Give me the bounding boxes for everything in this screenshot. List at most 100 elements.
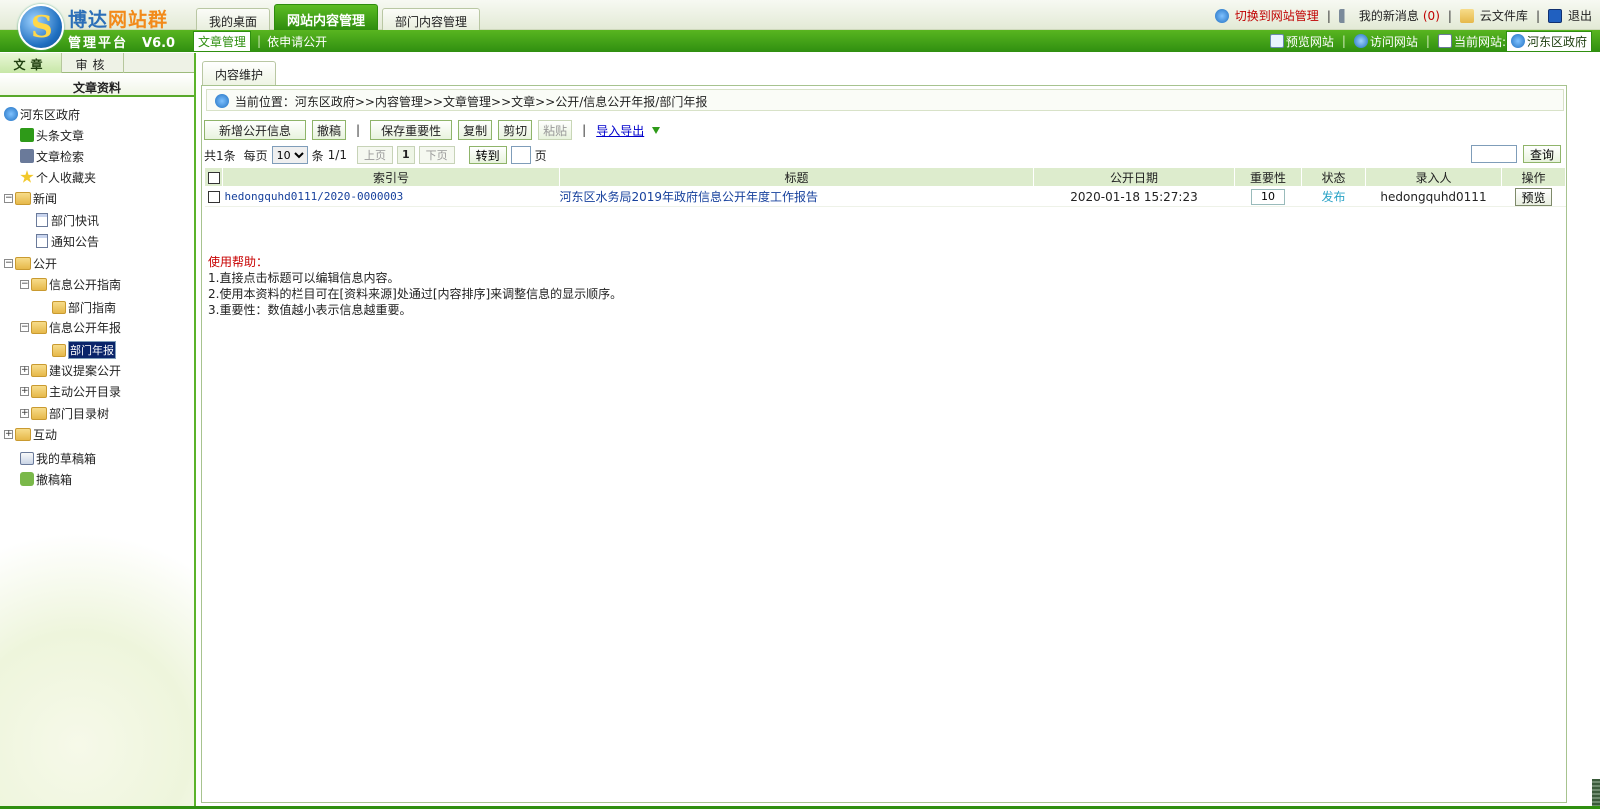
select-all-checkbox[interactable]	[207, 171, 220, 184]
tree-item-root[interactable]: 河东区政府	[4, 105, 80, 123]
article-table: 索引号 标题 公开日期 重要性 状态 录入人 操作 hedongquhd0111…	[204, 167, 1566, 207]
sub-tab-article-mgmt[interactable]: 文章管理	[193, 30, 252, 52]
globe-icon	[4, 107, 18, 121]
current-page[interactable]: 1	[396, 146, 415, 164]
expand-toggle-icon[interactable]: +	[20, 408, 29, 418]
document-icon	[36, 213, 48, 227]
current-site-select[interactable]: 河东区政府	[1505, 30, 1592, 52]
tree-item-favorites[interactable]: 个人收藏夹	[20, 168, 96, 186]
col-action: 操作	[1501, 167, 1566, 187]
collapse-toggle-icon[interactable]: −	[4, 193, 13, 203]
tree-item-headlines[interactable]: 头条文章	[20, 126, 84, 144]
tree-item-proposals[interactable]: + 建议提案公开	[20, 361, 121, 379]
star-icon	[20, 170, 34, 183]
search-db-icon	[20, 149, 34, 163]
tree-item-annual-report[interactable]: − 信息公开年报	[20, 318, 121, 336]
globe-icon	[215, 94, 229, 108]
prev-page-button[interactable]: 上页	[356, 146, 393, 164]
folder-icon	[15, 191, 31, 205]
select-all-cell	[204, 167, 223, 187]
visit-site-link[interactable]: 访问网站	[1370, 33, 1418, 50]
cloud-files-link[interactable]: 云文件库	[1480, 7, 1528, 24]
copy-button[interactable]: 复制	[458, 120, 493, 140]
tree-item-dept-guide[interactable]: 部门指南	[52, 298, 116, 316]
collapse-toggle-icon[interactable]: −	[20, 279, 29, 289]
tree-item-notices[interactable]: 通知公告	[36, 232, 99, 250]
col-date[interactable]: 公开日期	[1033, 167, 1235, 187]
withdraw-button[interactable]: 撤稿	[312, 120, 347, 140]
toolbar: 新增公开信息 撤稿 | 保存重要性 复制 剪切 粘贴 | 导入导出	[204, 119, 661, 141]
page-icon	[1437, 34, 1452, 48]
breadcrumb-text: 当前位置：河东区政府>>内容管理>>文章管理>>文章>>公开/信息公开年报/部门…	[234, 95, 708, 109]
tree-item-dept-catalog[interactable]: + 部门目录树	[20, 404, 109, 422]
row-preview-button[interactable]: 预览	[1515, 187, 1552, 206]
import-export-link[interactable]: 导入导出	[596, 122, 644, 139]
logout-icon	[1547, 8, 1562, 23]
row-title-link[interactable]: 河东区水务局2019年政府信息公开年度工作报告	[560, 190, 819, 204]
page-word: 页	[534, 148, 547, 163]
expand-toggle-icon[interactable]: +	[4, 429, 13, 439]
preview-site-link[interactable]: 预览网站	[1286, 33, 1334, 50]
next-page-button[interactable]: 下页	[418, 146, 455, 164]
scrollbar-thumb[interactable]	[1592, 779, 1600, 809]
tree-item-drafts[interactable]: 我的草稿箱	[20, 449, 96, 467]
left-panel: 文章 审核 文章资料 河东区政府 头条文章 文章检索 个人收藏夹 − 新闻 部门快…	[0, 53, 196, 809]
table-row: hedongquhd0111/2020-0000003 河东区水务局2019年政…	[204, 186, 1566, 207]
help-line: 1.直接点击标题可以编辑信息内容。	[208, 271, 400, 285]
tree-item-dept-annual-report[interactable]: 部门年报	[52, 341, 116, 359]
add-public-info-button[interactable]: 新增公开信息	[204, 120, 307, 140]
tree-item-news[interactable]: − 新闻	[4, 189, 57, 207]
tree-item-public[interactable]: − 公开	[4, 254, 57, 272]
folder-icon	[31, 384, 47, 398]
tab-desktop[interactable]: 我的桌面	[196, 8, 271, 30]
row-index: hedongquhd0111/2020-0000003	[222, 186, 560, 207]
logo-icon: S	[18, 4, 64, 50]
tree-item-search[interactable]: 文章检索	[20, 147, 84, 165]
per-page-select[interactable]: 10	[271, 146, 308, 164]
help-line: 3.重要性：数值越小表示信息越重要。	[208, 303, 412, 317]
goto-page-button[interactable]: 转到	[468, 146, 507, 164]
tab-site-content[interactable]: 网站内容管理	[274, 4, 379, 30]
collapse-toggle-icon[interactable]: −	[4, 258, 13, 268]
platform-name: 管理平台	[68, 36, 129, 51]
tree-item-active-catalog[interactable]: + 主动公开目录	[20, 382, 121, 400]
col-importance[interactable]: 重要性	[1234, 167, 1302, 187]
tree-item-public-guide[interactable]: − 信息公开指南	[20, 275, 121, 293]
goto-page-input[interactable]	[510, 146, 531, 164]
folder-icon	[15, 256, 31, 270]
row-importance-input[interactable]	[1251, 188, 1285, 205]
sub-nav-left: 文章管理 | 依申请公开	[193, 30, 327, 52]
tab-content-maintain[interactable]: 内容维护	[202, 61, 277, 85]
left-tab-article[interactable]: 文章	[0, 53, 62, 73]
search-input[interactable]	[1470, 145, 1517, 163]
col-status[interactable]: 状态	[1301, 167, 1366, 187]
row-checkbox[interactable]	[207, 191, 220, 203]
messages-link[interactable]: 我的新消息	[1359, 7, 1419, 24]
switch-site-link[interactable]: 切换到网站管理	[1235, 7, 1319, 24]
content-area: 内容维护 当前位置：河东区政府>>内容管理>>文章管理>>文章>>公开/信息公开…	[198, 53, 1600, 809]
open-folder-icon	[52, 300, 66, 314]
row-status: 发布	[1301, 186, 1366, 207]
row-date: 2020-01-18 15:27:23	[1033, 186, 1235, 207]
col-author[interactable]: 录入人	[1365, 167, 1502, 187]
tree-item-dept-news[interactable]: 部门快讯	[36, 211, 99, 229]
cut-button[interactable]: 剪切	[498, 120, 533, 140]
search-button[interactable]: 查询	[1522, 145, 1561, 163]
col-index[interactable]: 索引号	[222, 167, 560, 187]
tab-dept-content[interactable]: 部门内容管理	[382, 8, 481, 30]
expand-toggle-icon[interactable]: +	[20, 365, 29, 375]
left-tab-review[interactable]: 审核	[62, 53, 124, 73]
sub-tab-request-public[interactable]: 依申请公开	[267, 33, 327, 50]
paste-button[interactable]: 粘贴	[538, 120, 573, 140]
collapse-toggle-icon[interactable]: −	[20, 322, 29, 332]
col-title[interactable]: 标题	[559, 167, 1034, 187]
open-folder-icon	[52, 343, 66, 357]
tree-item-interaction[interactable]: + 互动	[4, 425, 57, 443]
page-count: 1/1	[327, 148, 347, 162]
tree-item-withdrawn[interactable]: 撤稿箱	[20, 470, 72, 488]
expand-toggle-icon[interactable]: +	[20, 386, 29, 396]
folder-icon	[31, 277, 47, 291]
logout-link[interactable]: 退出	[1568, 7, 1592, 24]
folder-icon	[31, 406, 47, 420]
save-importance-button[interactable]: 保存重要性	[370, 120, 453, 140]
